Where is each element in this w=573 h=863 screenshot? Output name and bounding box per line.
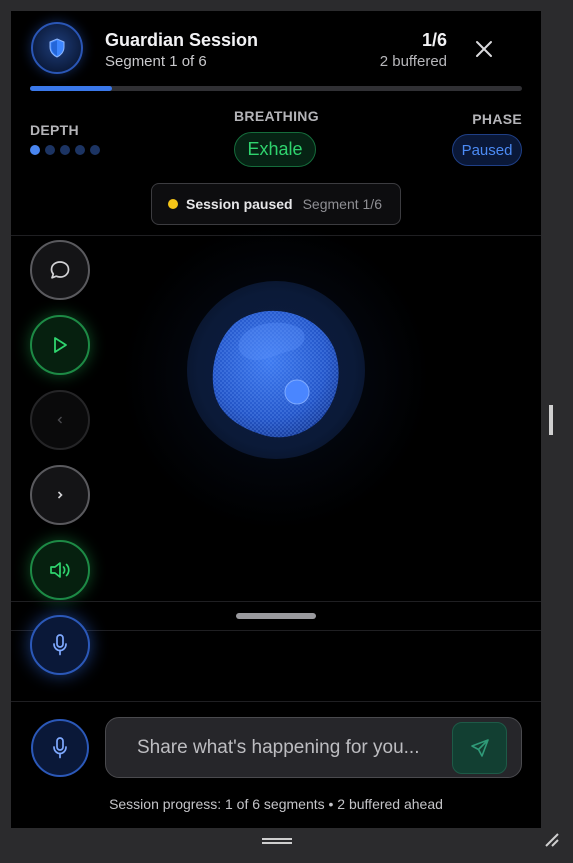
phase-label: PHASE bbox=[472, 111, 522, 127]
chat-button[interactable] bbox=[30, 240, 90, 300]
buffered-count: 2 buffered bbox=[379, 53, 447, 70]
volume-button[interactable] bbox=[30, 540, 90, 600]
depth-dot bbox=[60, 145, 70, 155]
phase-badge: Paused bbox=[452, 134, 522, 166]
session-progress-fill bbox=[30, 86, 113, 91]
vertical-resize-grip-icon[interactable] bbox=[549, 405, 553, 435]
status-text: Session paused bbox=[186, 196, 293, 212]
session-progress-bar bbox=[30, 86, 522, 91]
composer-mic-button[interactable] bbox=[31, 719, 89, 777]
window-top-border bbox=[0, 0, 573, 10]
breathing-orb-icon bbox=[212, 310, 339, 438]
session-subtitle: Segment 1 of 6 bbox=[105, 53, 207, 70]
divider bbox=[11, 701, 541, 702]
voice-button[interactable] bbox=[30, 615, 90, 675]
send-button[interactable] bbox=[452, 722, 507, 774]
depth-label: DEPTH bbox=[30, 122, 79, 138]
play-icon bbox=[54, 337, 67, 353]
close-icon[interactable] bbox=[472, 37, 496, 61]
resize-corner-icon[interactable] bbox=[544, 832, 560, 848]
sheet-drag-handle[interactable] bbox=[236, 613, 316, 619]
chat-bubble-icon bbox=[50, 261, 70, 279]
segment-counter: 1/6 bbox=[421, 30, 447, 50]
depth-dot bbox=[45, 145, 55, 155]
window-right-gutter bbox=[541, 0, 573, 863]
send-icon bbox=[470, 739, 489, 757]
breathing-label: BREATHING bbox=[234, 108, 319, 124]
microphone-icon bbox=[53, 737, 67, 759]
depth-dot bbox=[30, 145, 40, 155]
speaker-icon bbox=[50, 562, 70, 578]
session-status-chip: Session paused Segment 1/6 bbox=[151, 183, 401, 225]
depth-dot bbox=[75, 145, 85, 155]
shield-icon bbox=[49, 38, 65, 58]
status-dot-icon bbox=[168, 199, 178, 209]
chevron-left-icon bbox=[57, 416, 62, 424]
window-bottom-bar bbox=[0, 828, 573, 863]
horizontal-resize-grip-icon[interactable] bbox=[262, 838, 292, 844]
chevron-right-icon bbox=[57, 491, 63, 499]
status-segment: Segment 1/6 bbox=[302, 196, 382, 212]
previous-button[interactable] bbox=[30, 390, 90, 450]
session-title: Guardian Session bbox=[105, 30, 259, 50]
guardian-session-panel: Guardian Session Segment 1 of 6 1/6 2 bu… bbox=[11, 11, 541, 828]
depth-dot bbox=[90, 145, 100, 155]
guardian-avatar bbox=[31, 22, 83, 74]
divider bbox=[11, 601, 541, 602]
divider bbox=[11, 630, 541, 631]
message-input-container bbox=[105, 717, 522, 778]
play-button[interactable] bbox=[30, 315, 90, 375]
microphone-icon bbox=[53, 634, 67, 656]
breathing-badge: Exhale bbox=[234, 132, 316, 167]
next-button[interactable] bbox=[30, 465, 90, 525]
session-progress-footer: Session progress: 1 of 6 segments • 2 bu… bbox=[109, 796, 443, 812]
depth-indicator bbox=[30, 145, 100, 155]
message-input[interactable] bbox=[135, 732, 459, 764]
